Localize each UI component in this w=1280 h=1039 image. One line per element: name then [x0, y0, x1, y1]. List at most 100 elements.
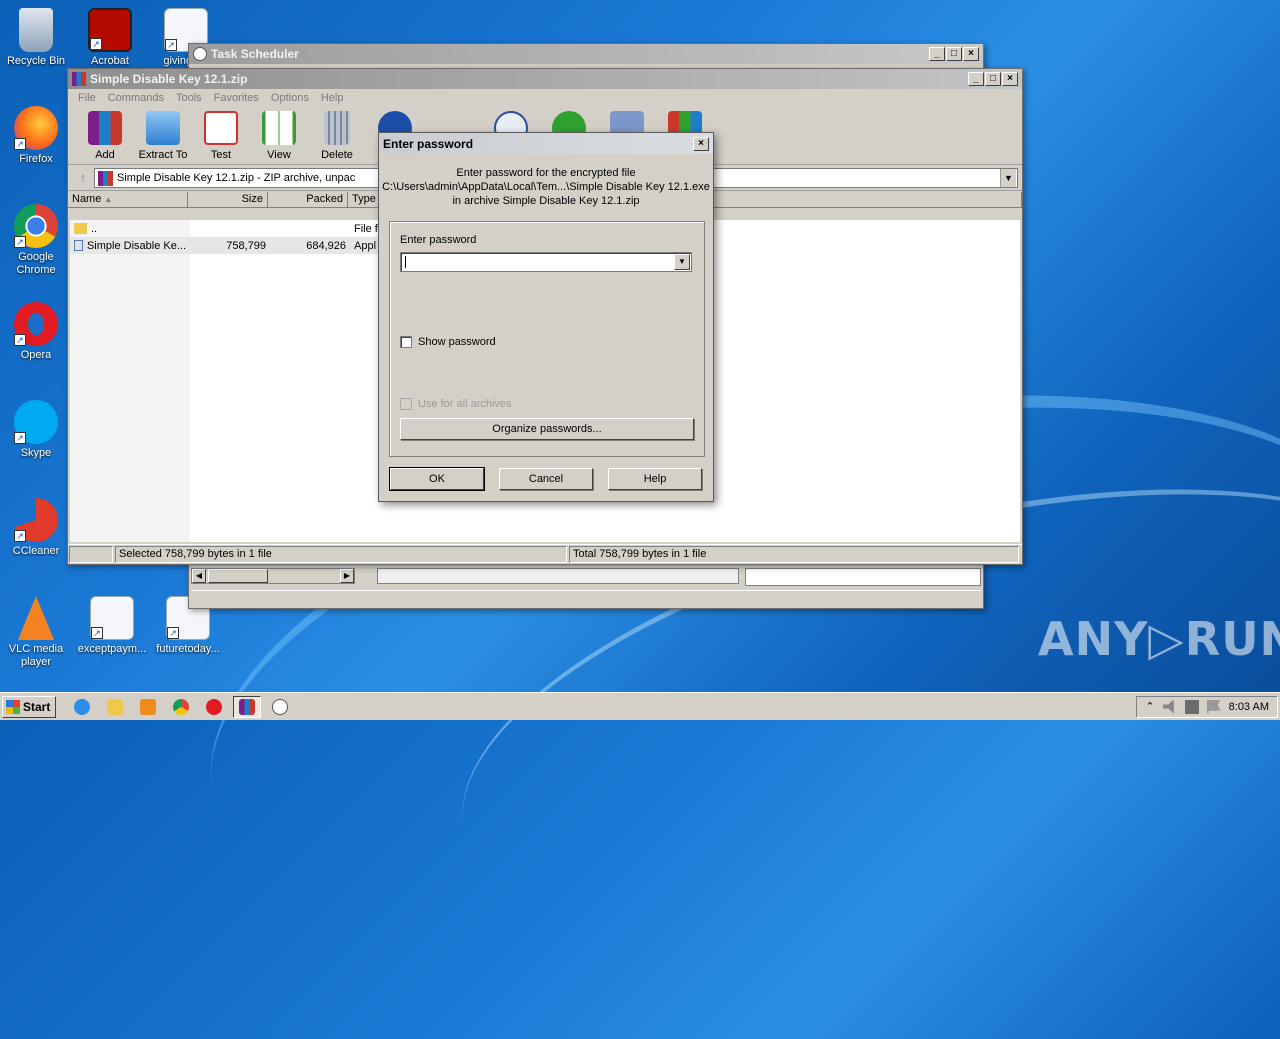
file-name-cell: .. — [70, 223, 190, 235]
checkbox-box — [400, 336, 412, 348]
taskbar-chrome[interactable] — [167, 696, 195, 718]
menu-help[interactable]: Help — [315, 91, 350, 105]
cancel-button[interactable]: Cancel — [499, 468, 593, 490]
desktop-icon-label: Firefox — [19, 153, 53, 165]
drive-key-icon[interactable] — [69, 546, 113, 563]
close-button[interactable]: × — [1002, 72, 1018, 86]
scroll-right-arrow-icon[interactable]: ▶ — [340, 569, 354, 583]
chrome-icon: ↗ — [14, 204, 58, 248]
file-name: Simple Disable Ke... — [86, 239, 186, 252]
list-item-selected[interactable]: Simple Disable Ke... 758,799 684,926 App… — [70, 237, 380, 254]
view-button[interactable]: View — [250, 111, 308, 161]
recycle-bin-icon — [19, 8, 53, 52]
menu-tools[interactable]: Tools — [170, 91, 208, 105]
taskbar-ie[interactable] — [68, 696, 96, 718]
menu-commands[interactable]: Commands — [102, 91, 170, 105]
taskbar-explorer[interactable] — [101, 696, 129, 718]
text-caret — [405, 256, 406, 268]
taskbar-winrar[interactable] — [233, 695, 261, 718]
horizontal-scrollbar[interactable]: ◀ ▶ — [191, 568, 355, 584]
close-button[interactable]: × — [963, 47, 979, 61]
delete-button[interactable]: Delete — [308, 111, 366, 161]
chevron-down-icon[interactable]: ▼ — [674, 254, 690, 270]
desktop-icon-label: Recycle Bin — [6, 55, 66, 67]
menu-options[interactable]: Options — [265, 91, 315, 105]
task-pane — [377, 568, 739, 584]
maximize-button[interactable]: □ — [946, 47, 962, 61]
maximize-button[interactable]: □ — [985, 72, 1001, 86]
column-header-name[interactable]: Name ▲ — [68, 192, 188, 207]
start-button[interactable]: Start — [2, 695, 56, 718]
desktop-icon-recycle-bin[interactable]: Recycle Bin — [0, 8, 72, 68]
start-label: Start — [23, 699, 51, 714]
winrar-titlebar[interactable]: Simple Disable Key 12.1.zip _ □ × — [68, 69, 1022, 89]
trash-icon — [324, 111, 350, 145]
organize-passwords-button[interactable]: Organize passwords... — [400, 418, 694, 440]
toolbar-label: Add — [95, 149, 115, 161]
add-archive-icon — [88, 111, 122, 145]
vlc-cone-icon — [18, 596, 54, 640]
action-pane — [745, 568, 981, 586]
scroll-thumb[interactable] — [208, 569, 268, 583]
add-button[interactable]: Add — [76, 111, 134, 161]
clock-icon — [272, 698, 288, 715]
chevron-down-icon[interactable]: ▼ — [1000, 168, 1016, 187]
menu-file[interactable]: File — [72, 91, 102, 105]
help-button[interactable]: Help — [608, 468, 702, 490]
up-arrow-icon[interactable]: ↑ — [72, 170, 94, 185]
desktop-icon-ccleaner[interactable]: ↗ CCleaner — [0, 498, 72, 558]
taskbar-media-player[interactable] — [134, 696, 162, 718]
internet-explorer-icon — [74, 698, 90, 715]
test-clipboard-icon — [204, 111, 238, 145]
info-line-1: Enter password for the encrypted file — [456, 167, 636, 179]
scroll-left-arrow-icon[interactable]: ◀ — [192, 569, 206, 583]
column-header-size[interactable]: Size — [188, 192, 268, 207]
desktop-icon-label: futuretoday... — [156, 643, 220, 655]
show-hidden-icons-icon[interactable]: ⌃ — [1145, 700, 1154, 713]
desktop-icon-chrome[interactable]: ↗ Google Chrome — [0, 204, 72, 277]
dialog-titlebar[interactable]: Enter password × — [379, 133, 713, 154]
enter-password-dialog[interactable]: Enter password × Enter password for the … — [378, 132, 714, 502]
close-button[interactable]: × — [693, 136, 709, 151]
taskbar-opera[interactable] — [200, 696, 228, 718]
taskbar-task-scheduler[interactable] — [266, 696, 294, 718]
extract-to-button[interactable]: Extract To — [134, 111, 192, 161]
winrar-statusbar: Selected 758,799 bytes in 1 file Total 7… — [68, 544, 1022, 564]
column-header-packed[interactable]: Packed — [268, 192, 348, 207]
task-scheduler-statusbar — [191, 590, 981, 606]
checkbox-box — [400, 398, 412, 410]
folder-icon — [107, 698, 123, 715]
desktop-icon-acrobat[interactable]: ↗ Acrobat — [74, 8, 146, 68]
windows-flag-icon — [6, 699, 20, 714]
test-button[interactable]: Test — [192, 111, 250, 161]
anyrun-watermark: ANY▷RUN — [1038, 612, 1280, 666]
desktop-icon-label: CCleaner — [12, 545, 60, 557]
info-line-3: in archive Simple Disable Key 12.1.zip — [452, 195, 640, 207]
network-icon[interactable] — [1184, 699, 1199, 714]
desktop-icon-exceptpaym[interactable]: ↗ exceptpaym... — [76, 596, 148, 656]
show-password-checkbox[interactable]: Show password — [400, 336, 496, 348]
minimize-button[interactable]: _ — [968, 72, 984, 86]
file-name-cell: Simple Disable Ke... — [70, 240, 190, 252]
task-scheduler-titlebar[interactable]: Task Scheduler _ □ × — [189, 44, 983, 64]
minimize-button[interactable]: _ — [929, 47, 945, 61]
desktop-icon-opera[interactable]: ↗ Opera — [0, 302, 72, 362]
desktop-icon-label: Opera — [20, 349, 52, 361]
application-file-icon — [74, 240, 83, 251]
desktop-icon-firefox[interactable]: ↗ Firefox — [0, 106, 72, 166]
action-center-flag-icon[interactable] — [1206, 699, 1221, 714]
password-input[interactable]: ▼ — [400, 252, 692, 272]
desktop-icon-skype[interactable]: ↗ Skype — [0, 400, 72, 460]
volume-icon[interactable] — [1162, 699, 1174, 714]
clock-time[interactable]: 8:03 AM — [1229, 701, 1269, 713]
desktop-icon-vlc[interactable]: VLC media player — [0, 596, 72, 669]
ok-button[interactable]: OK — [389, 467, 485, 491]
menu-favorites[interactable]: Favorites — [208, 91, 265, 105]
skype-icon: ↗ — [14, 400, 58, 444]
desktop-icon-label: VLC media player — [8, 643, 64, 668]
window-title: Task Scheduler — [211, 47, 299, 61]
sorted-column-shade — [70, 220, 190, 542]
desktop-icon-label: Skype — [20, 447, 52, 459]
column-label: Packed — [306, 193, 343, 205]
winrar-icon — [72, 72, 86, 86]
